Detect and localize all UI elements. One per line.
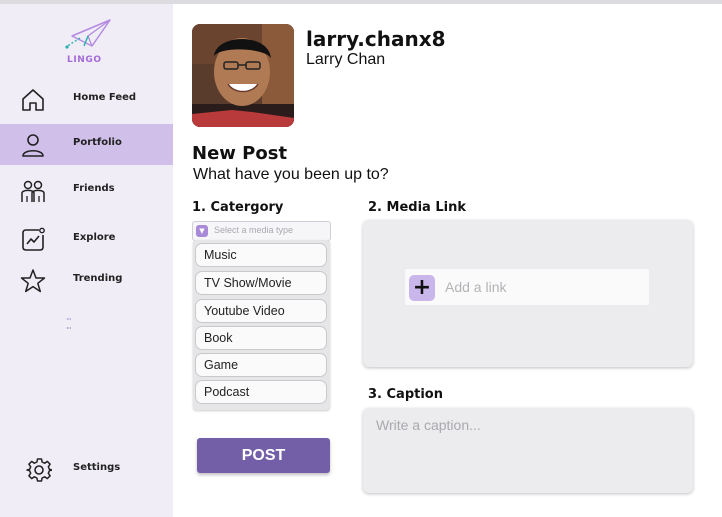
post-button[interactable]: POST [197,438,330,473]
chevron-down-icon: ▼ [196,225,208,237]
gear-icon [26,458,52,482]
home-icon [22,89,44,111]
link-input[interactable]: + Add a link [405,269,649,305]
option-label: Music [204,248,237,262]
media-link-panel: + Add a link [363,220,693,367]
profile-full-name: Larry Chan [306,51,386,68]
friends-icon [21,180,45,202]
app-window: LINGO Home Feed Portfolio Friends Explor… [0,0,722,517]
profile-username: larry.chanx8 [306,27,446,51]
option-youtube-video[interactable]: Youtube Video [195,299,327,323]
sidebar-item-label: Settings [73,462,121,473]
sidebar-item-portfolio[interactable]: Portfolio [0,124,173,165]
sidebar-item-friends[interactable]: Friends [0,170,173,211]
option-label: TV Show/Movie [204,276,292,290]
option-game[interactable]: Game [195,353,327,377]
sidebar: LINGO Home Feed Portfolio Friends Explor… [0,4,173,517]
option-label: Podcast [204,385,250,399]
caption-input[interactable]: Write a caption... [363,408,693,493]
caption-placeholder: Write a caption... [376,417,481,433]
option-music[interactable]: Music [195,243,327,267]
star-icon [20,269,46,293]
option-label: Book [204,331,233,345]
main-content: larry.chanx8 Larry Chan New Post What ha… [173,4,722,517]
sidebar-item-explore[interactable]: Explore [0,219,173,260]
sidebar-item-settings[interactable]: Settings [0,449,173,490]
sidebar-item-trending[interactable]: Trending [0,260,173,301]
more-dots: ··· ··· [66,315,72,333]
sidebar-item-label: Home Feed [73,92,137,103]
user-icon [22,134,44,157]
sidebar-item-label: Trending [73,273,123,284]
media-type-placeholder: Select a media type [214,225,294,235]
link-placeholder: Add a link [445,279,507,295]
sidebar-item-label: Friends [73,183,115,194]
option-podcast[interactable]: Podcast [195,380,327,404]
media-link-title: 2. Media Link [368,200,466,215]
page-title: New Post [192,143,288,164]
post-prompt: What have you been up to? [193,166,389,183]
category-title: 1. Catergory [192,200,284,215]
media-type-select[interactable]: ▼ Select a media type [192,221,331,241]
option-tv-show-movie[interactable]: TV Show/Movie [195,271,327,295]
explore-chart-icon [22,227,45,251]
avatar [192,24,294,127]
sidebar-item-home-feed[interactable]: Home Feed [0,79,173,120]
media-type-options: Music TV Show/Movie Youtube Video Book G… [193,240,330,410]
add-link-button[interactable]: + [409,275,435,301]
caption-title: 3. Caption [368,387,443,402]
option-label: Youtube Video [204,304,285,318]
sidebar-item-label: Portfolio [73,137,122,148]
option-book[interactable]: Book [195,326,327,350]
brand-name: LINGO [67,55,102,65]
sidebar-item-label: Explore [73,232,116,243]
option-label: Game [204,358,239,372]
